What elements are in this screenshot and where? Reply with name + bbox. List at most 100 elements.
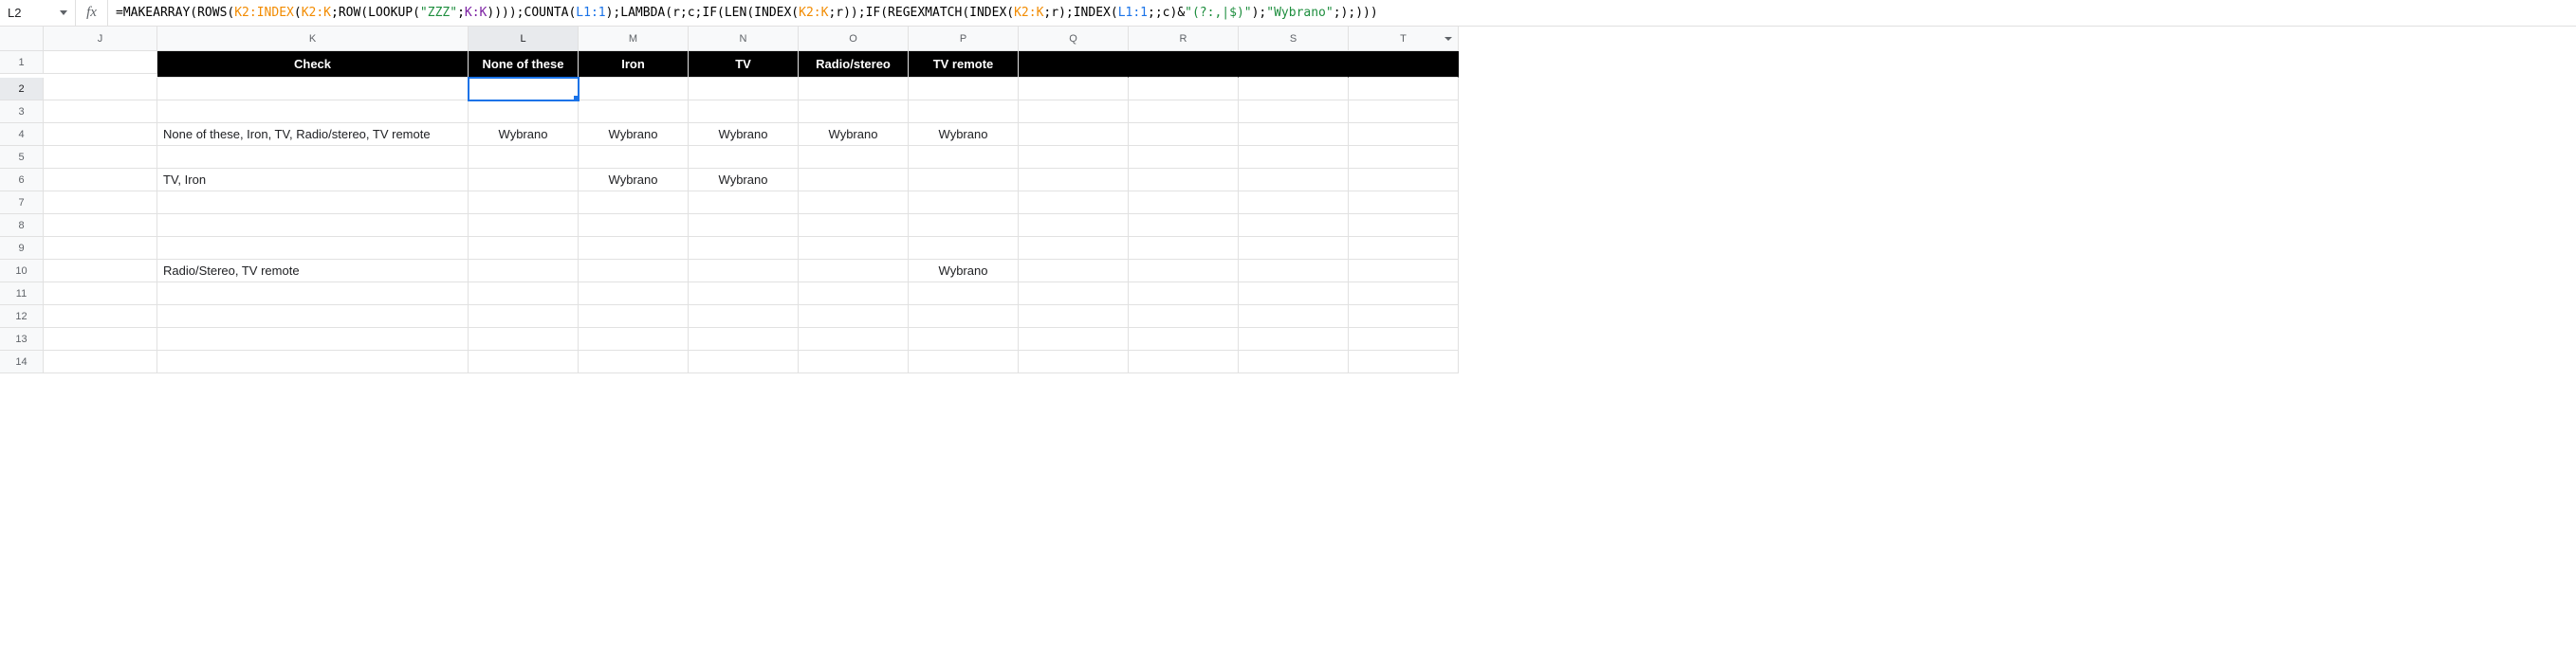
cell-T14[interactable] [1349, 351, 1459, 373]
header-cell-M[interactable]: Iron [579, 51, 689, 78]
cell-J8[interactable] [44, 214, 157, 237]
header-cell-J[interactable] [44, 51, 157, 74]
chevron-down-icon[interactable] [1444, 37, 1452, 41]
cell-S8[interactable] [1239, 214, 1349, 237]
row-header-9[interactable]: 9 [0, 237, 44, 260]
cell-P2[interactable] [909, 78, 1019, 100]
cell-L4[interactable]: Wybrano [469, 123, 579, 146]
cell-N8[interactable] [689, 214, 799, 237]
cell-Q6[interactable] [1019, 169, 1129, 191]
column-header-R[interactable]: R [1129, 27, 1239, 51]
cell-M2[interactable] [579, 78, 689, 100]
cell-P13[interactable] [909, 328, 1019, 351]
cell-M11[interactable] [579, 282, 689, 305]
cell-R4[interactable] [1129, 123, 1239, 146]
cell-M10[interactable] [579, 260, 689, 282]
cell-M12[interactable] [579, 305, 689, 328]
header-cell-S[interactable] [1239, 51, 1349, 78]
cell-J2[interactable] [44, 78, 157, 100]
cell-Q8[interactable] [1019, 214, 1129, 237]
cell-J3[interactable] [44, 100, 157, 123]
cell-K7[interactable] [157, 191, 469, 214]
cell-M5[interactable] [579, 146, 689, 169]
cell-N14[interactable] [689, 351, 799, 373]
cell-L6[interactable] [469, 169, 579, 191]
cell-R12[interactable] [1129, 305, 1239, 328]
cell-L13[interactable] [469, 328, 579, 351]
cell-P3[interactable] [909, 100, 1019, 123]
cell-J10[interactable] [44, 260, 157, 282]
cell-Q10[interactable] [1019, 260, 1129, 282]
cell-T2[interactable] [1349, 78, 1459, 100]
cell-P4[interactable]: Wybrano [909, 123, 1019, 146]
corner-select-all[interactable] [0, 27, 44, 51]
column-header-Q[interactable]: Q [1019, 27, 1129, 51]
cell-M13[interactable] [579, 328, 689, 351]
cell-M6[interactable]: Wybrano [579, 169, 689, 191]
cell-L2[interactable] [468, 77, 580, 101]
cell-T5[interactable] [1349, 146, 1459, 169]
cell-R14[interactable] [1129, 351, 1239, 373]
cell-K11[interactable] [157, 282, 469, 305]
cell-J12[interactable] [44, 305, 157, 328]
cell-N2[interactable] [689, 78, 799, 100]
header-cell-K[interactable]: Check [157, 51, 469, 78]
cell-O14[interactable] [799, 351, 909, 373]
column-header-L[interactable]: L [469, 27, 579, 51]
cell-J9[interactable] [44, 237, 157, 260]
cell-O10[interactable] [799, 260, 909, 282]
cell-L8[interactable] [469, 214, 579, 237]
cell-T12[interactable] [1349, 305, 1459, 328]
header-cell-O[interactable]: Radio/stereo [799, 51, 909, 78]
cell-N4[interactable]: Wybrano [689, 123, 799, 146]
cell-K6[interactable]: TV, Iron [157, 169, 469, 191]
row-header-14[interactable]: 14 [0, 351, 44, 373]
cell-T6[interactable] [1349, 169, 1459, 191]
cell-N9[interactable] [689, 237, 799, 260]
header-cell-Q[interactable] [1019, 51, 1129, 78]
cell-S2[interactable] [1239, 78, 1349, 100]
cell-P5[interactable] [909, 146, 1019, 169]
cell-K12[interactable] [157, 305, 469, 328]
row-header-11[interactable]: 11 [0, 282, 44, 305]
cell-P14[interactable] [909, 351, 1019, 373]
column-header-J[interactable]: J [44, 27, 157, 51]
cell-K5[interactable] [157, 146, 469, 169]
cell-T8[interactable] [1349, 214, 1459, 237]
cell-N6[interactable]: Wybrano [689, 169, 799, 191]
cell-Q3[interactable] [1019, 100, 1129, 123]
column-header-M[interactable]: M [579, 27, 689, 51]
cell-K2[interactable] [157, 78, 469, 100]
cell-L11[interactable] [469, 282, 579, 305]
column-header-K[interactable]: K [157, 27, 469, 51]
header-cell-L[interactable]: None of these [469, 51, 579, 78]
cell-P8[interactable] [909, 214, 1019, 237]
cell-Q11[interactable] [1019, 282, 1129, 305]
column-header-P[interactable]: P [909, 27, 1019, 51]
cell-K10[interactable]: Radio/Stereo, TV remote [157, 260, 469, 282]
row-header-8[interactable]: 8 [0, 214, 44, 237]
cell-L12[interactable] [469, 305, 579, 328]
cell-P11[interactable] [909, 282, 1019, 305]
cell-N5[interactable] [689, 146, 799, 169]
cell-L14[interactable] [469, 351, 579, 373]
cell-M4[interactable]: Wybrano [579, 123, 689, 146]
cell-J4[interactable] [44, 123, 157, 146]
cell-S7[interactable] [1239, 191, 1349, 214]
cell-P6[interactable] [909, 169, 1019, 191]
row-header-10[interactable]: 10 [0, 260, 44, 282]
cell-R10[interactable] [1129, 260, 1239, 282]
cell-O7[interactable] [799, 191, 909, 214]
cell-Q14[interactable] [1019, 351, 1129, 373]
cell-J13[interactable] [44, 328, 157, 351]
cell-T7[interactable] [1349, 191, 1459, 214]
cell-S12[interactable] [1239, 305, 1349, 328]
row-header-13[interactable]: 13 [0, 328, 44, 351]
cell-O4[interactable]: Wybrano [799, 123, 909, 146]
cell-J7[interactable] [44, 191, 157, 214]
cell-L3[interactable] [469, 100, 579, 123]
cell-O5[interactable] [799, 146, 909, 169]
cell-R13[interactable] [1129, 328, 1239, 351]
cell-O3[interactable] [799, 100, 909, 123]
column-header-T[interactable]: T [1349, 27, 1459, 51]
